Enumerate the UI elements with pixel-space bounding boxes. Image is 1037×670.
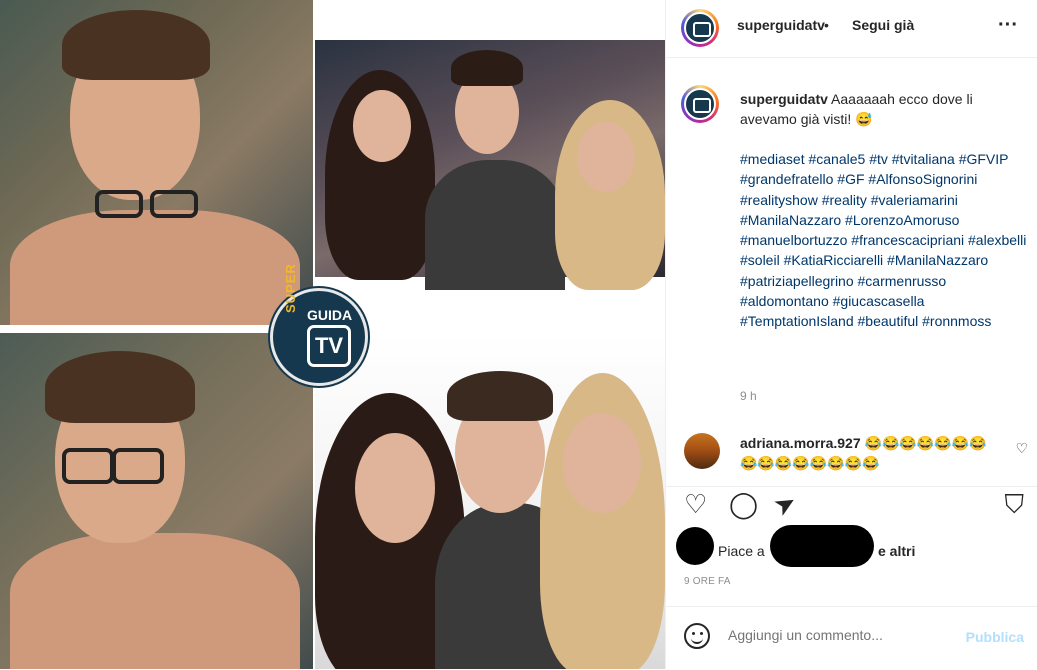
more-options-icon[interactable]: ··· [998, 14, 1018, 37]
figure-face [563, 413, 641, 513]
publish-button[interactable]: Pubblica [966, 629, 1024, 645]
redacted-avatar [676, 527, 714, 565]
comment-like-heart-icon[interactable]: ♡ [1015, 440, 1028, 457]
add-comment-bar: Pubblica [666, 606, 1037, 670]
comment-text: adriana.morra.927 😂😂😂😂😂😂😂😂😂😂😂😂😂😂😂 [740, 433, 1000, 473]
emoji-smiley-icon[interactable] [684, 623, 710, 649]
meme-panel-top-right [315, 0, 665, 325]
likes-prefix: Piace a [718, 543, 765, 559]
meme-panel-bottom-right [315, 333, 665, 669]
figure-face [577, 122, 635, 192]
logo-super-text: SUPER [283, 263, 298, 313]
logo-tv-text: TV [307, 325, 351, 367]
redacted-username [770, 525, 874, 567]
meme-panel-bottom-left [0, 333, 313, 669]
tv-logo-icon [684, 88, 716, 120]
tv-still [315, 40, 665, 290]
glasses-shape [95, 190, 143, 218]
post-header: superguidatv • Segui già ··· [666, 0, 1037, 58]
comment-input[interactable] [728, 627, 948, 643]
figure-hair [451, 50, 523, 86]
glasses-shape [62, 448, 114, 484]
logo-guida-text: GUIDA [307, 307, 353, 323]
likes-others-link[interactable]: e altri [878, 543, 915, 559]
caption-username[interactable]: superguidatv [740, 91, 828, 107]
figure-man-suit [425, 160, 565, 290]
meme-panel-top-left [0, 0, 313, 325]
figure-shoulders [10, 533, 300, 669]
post-sidebar: superguidatv • Segui già ··· superguidat… [665, 0, 1037, 669]
following-button[interactable]: Segui già [852, 17, 914, 33]
caption-block: superguidatv Aaaaaaah ecco dove li aveva… [666, 57, 1037, 409]
glasses-shape [150, 190, 198, 218]
figure-face [353, 90, 411, 162]
likes-row: Piace a e altri [666, 525, 1037, 569]
save-bookmark-icon[interactable]: ⛉ [1004, 491, 1024, 517]
share-paper-plane-icon[interactable]: ➤ [768, 486, 802, 523]
avatar[interactable] [684, 433, 720, 469]
figure-hair [45, 351, 195, 423]
avatar[interactable] [681, 85, 719, 123]
comment-item: adriana.morra.927 😂😂😂😂😂😂😂😂😂😂😂😂😂😂😂 ♡ [666, 425, 1037, 485]
figure-hair [447, 371, 553, 421]
avatar[interactable] [681, 9, 719, 47]
superguidatv-logo: SUPER GUIDA TV [270, 263, 368, 386]
post-image[interactable]: SUPER GUIDA TV [0, 0, 665, 669]
action-bar: ♡ ◯ ➤ ⛉ [666, 486, 1037, 527]
tv-logo-icon [684, 12, 716, 44]
caption-time: 9 h [740, 389, 757, 403]
glasses-shape [112, 448, 164, 484]
header-username[interactable]: superguidatv [737, 17, 825, 33]
post-timestamp[interactable]: 9 ORE FA [684, 576, 731, 587]
figure-shoulders [10, 210, 300, 325]
caption-text: superguidatv Aaaaaaah ecco dove li aveva… [740, 89, 1020, 130]
header-separator: • [824, 17, 829, 33]
comment-bubble-icon[interactable]: ◯ [729, 491, 758, 517]
caption-hashtags[interactable]: #mediaset #canale5 #tv #tvitaliana #GFVI… [740, 149, 1030, 332]
comment-username[interactable]: adriana.morra.927 [740, 435, 861, 451]
figure-hair [62, 10, 210, 80]
like-heart-icon[interactable]: ♡ [684, 491, 707, 517]
figure-face [355, 433, 435, 543]
